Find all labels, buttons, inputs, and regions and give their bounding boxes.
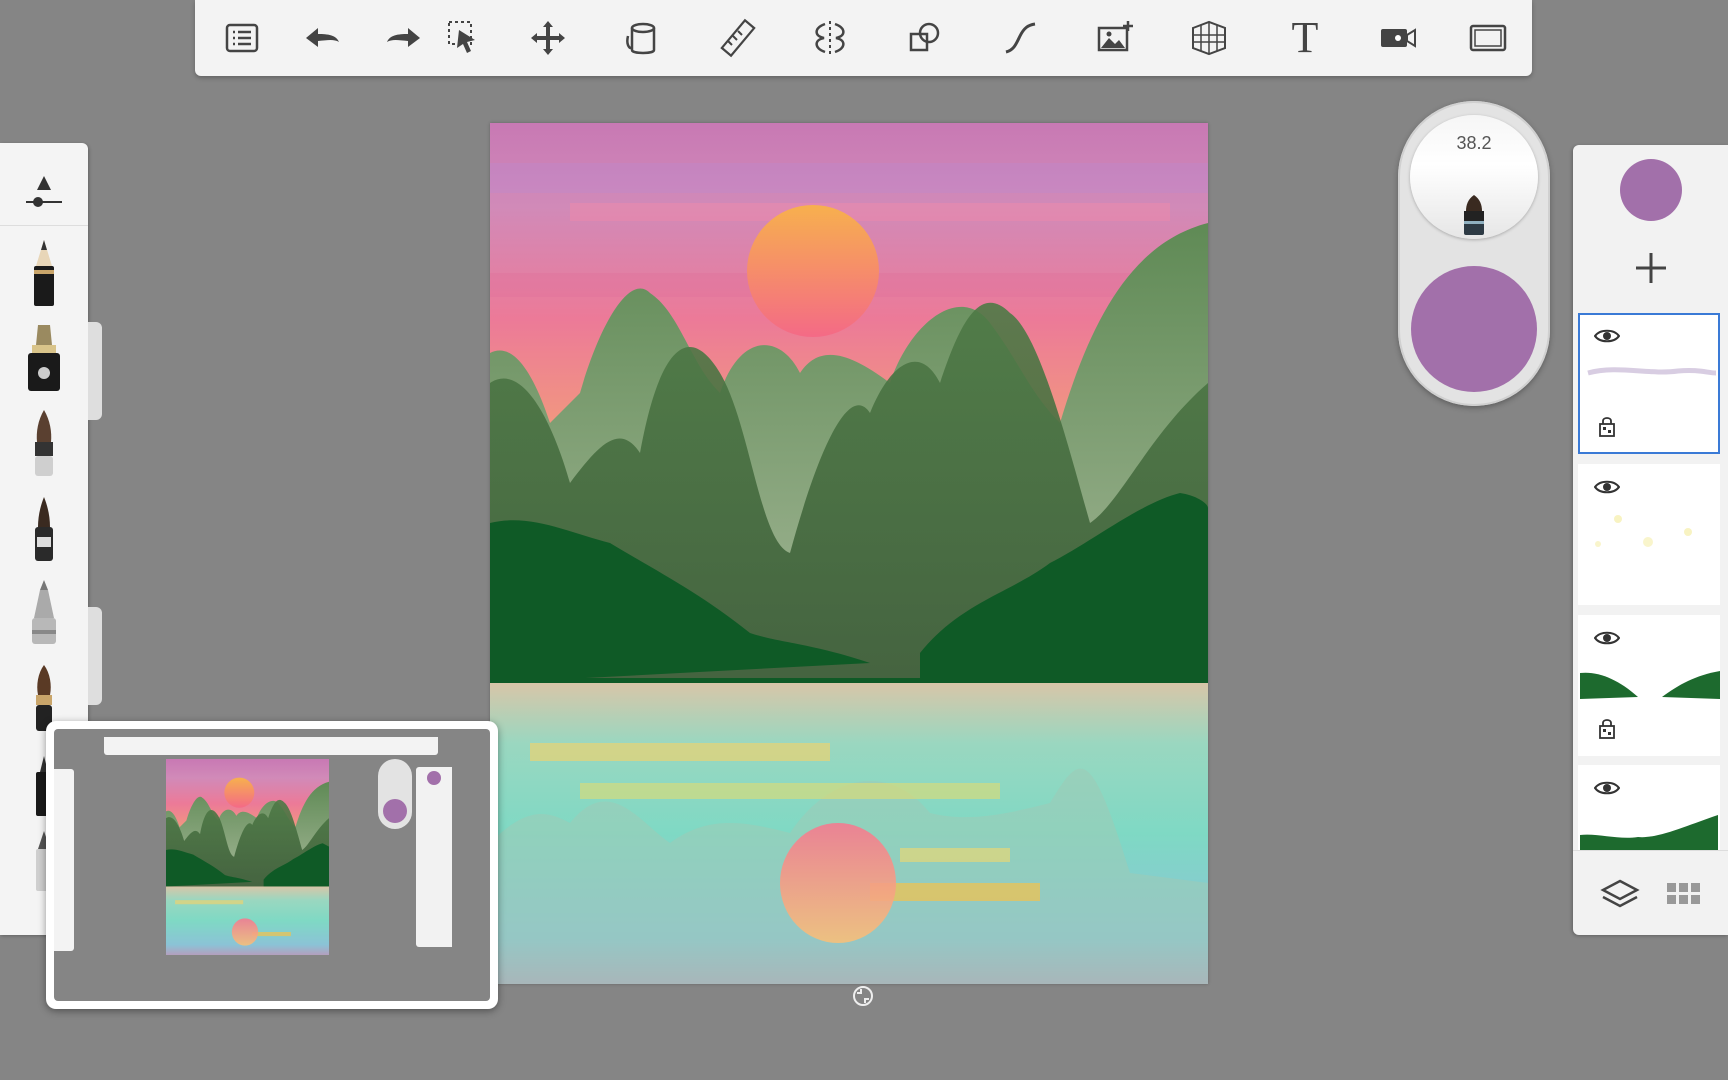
layers-icon[interactable] (1599, 873, 1641, 915)
symmetry-icon[interactable] (805, 14, 855, 62)
eye-icon[interactable] (1594, 779, 1620, 797)
shapes-icon[interactable] (900, 14, 950, 62)
pencil-brush-icon[interactable] (18, 238, 70, 310)
paintbrush-icon[interactable] (18, 408, 70, 480)
add-layer-icon[interactable] (1631, 248, 1671, 288)
brush-puck[interactable]: 38.2 (1398, 101, 1550, 406)
layer-1[interactable] (1578, 313, 1720, 454)
preview-brush-panel (54, 769, 74, 951)
eye-icon[interactable] (1594, 478, 1620, 496)
marker-brush-icon[interactable] (18, 493, 70, 565)
drawing-canvas[interactable] (490, 123, 1208, 984)
layer-2[interactable] (1578, 464, 1720, 605)
preview-canvas (166, 759, 329, 955)
airbrush-icon[interactable] (18, 578, 70, 650)
paint-bucket-icon[interactable] (618, 14, 668, 62)
eye-icon[interactable] (1594, 327, 1620, 345)
brush-panel-scroll-handle[interactable] (88, 322, 102, 420)
selection-icon[interactable] (445, 14, 485, 62)
brush-size-value: 38.2 (1456, 133, 1492, 153)
move-icon[interactable] (523, 14, 573, 62)
preview-puck (378, 759, 412, 829)
layer-thumbnail (1580, 815, 1718, 850)
layer-3[interactable] (1578, 615, 1720, 756)
layers-panel (1573, 145, 1728, 935)
eye-icon[interactable] (1594, 629, 1620, 647)
current-color-swatch[interactable] (1620, 159, 1682, 221)
fullscreen-icon[interactable] (1463, 14, 1513, 62)
brush-panel-scroll-handle-2[interactable] (88, 607, 102, 705)
list-icon[interactable] (217, 14, 267, 62)
video-camera-icon[interactable] (1373, 14, 1423, 62)
undo-arrow-icon[interactable] (297, 14, 347, 62)
perspective-grid-icon[interactable] (1184, 14, 1234, 62)
puck-color-swatch[interactable] (1411, 266, 1537, 392)
ink-pen-brush-icon[interactable] (18, 323, 70, 395)
lock-icon[interactable] (1599, 415, 1615, 437)
rotate-canvas-icon[interactable] (852, 985, 874, 1007)
text-icon[interactable]: T (1280, 14, 1330, 62)
preview-toolbar (104, 737, 438, 755)
brush-size-control[interactable]: 38.2 (1410, 115, 1538, 239)
preview-screen (54, 729, 490, 1001)
grid-view-icon[interactable] (1663, 873, 1705, 915)
curve-icon[interactable] (995, 14, 1045, 62)
screen-preview-thumbnail[interactable] (46, 721, 498, 1009)
panel-divider (0, 225, 88, 226)
top-toolbar: T (195, 0, 1532, 76)
current-brush-icon (1464, 195, 1484, 235)
preview-layers-panel (416, 767, 452, 947)
lock-icon[interactable] (1599, 717, 1615, 739)
landscape-artwork (490, 123, 1208, 984)
brush-properties-icon[interactable] (18, 155, 70, 207)
add-image-icon[interactable] (1090, 14, 1140, 62)
layer-4[interactable] (1578, 765, 1720, 850)
ruler-icon[interactable] (713, 14, 763, 62)
layers-footer (1573, 850, 1728, 936)
redo-arrow-icon[interactable] (379, 14, 429, 62)
